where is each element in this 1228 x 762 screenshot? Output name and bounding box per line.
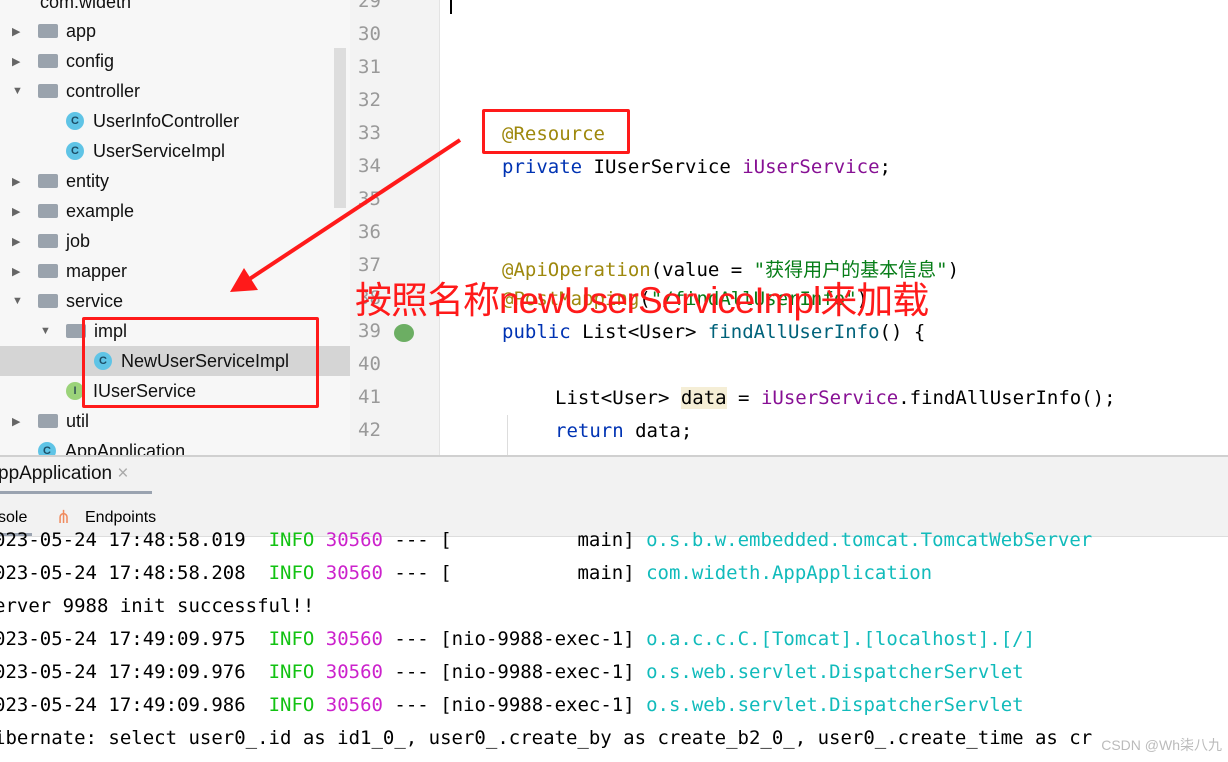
annotation-arrow bbox=[230, 138, 462, 292]
annotation-note: 按照名称newUserServiceImpl来加载 bbox=[355, 280, 929, 321]
watermark: CSDN @Wh柒八九 bbox=[1101, 737, 1222, 753]
